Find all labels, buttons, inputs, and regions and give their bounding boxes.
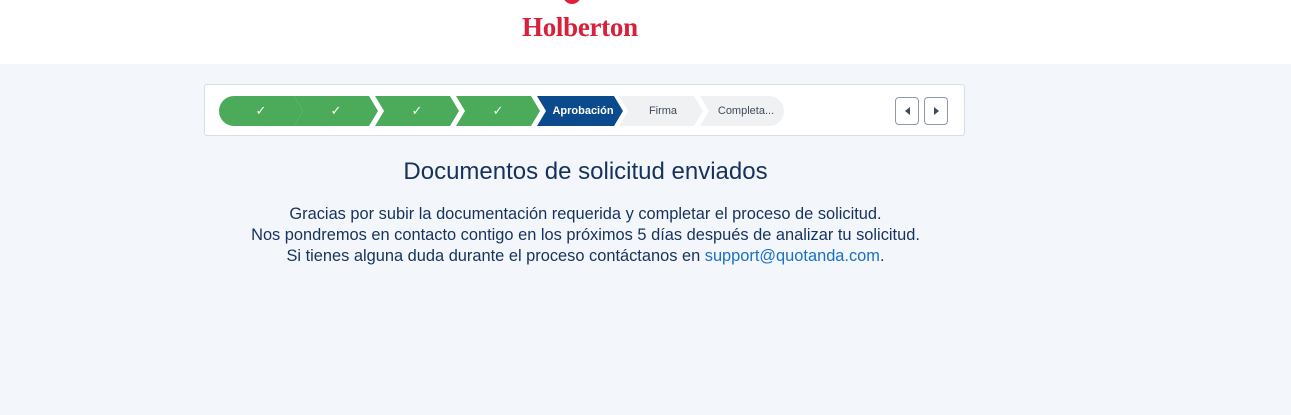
step-label-firma: Firma — [648, 105, 678, 117]
path-step-4[interactable]: ✓ — [456, 96, 540, 126]
step-label-completado: Completa... — [717, 105, 775, 117]
step-label-aprobacion: Aprobación — [552, 105, 614, 117]
brand-logo: Holberton — [522, 12, 638, 42]
path-step-3[interactable]: ✓ — [375, 96, 459, 126]
chevron-left-icon — [904, 107, 910, 115]
path-step-2[interactable]: ✓ — [294, 96, 378, 126]
page-title: Documentos de solicitud enviados — [403, 158, 768, 185]
progress-path: ✓ ✓ ✓ ✓ Aprobación Firma Completa... — [204, 84, 965, 136]
logo-mark — [563, 0, 581, 4]
next-step-button[interactable] — [924, 97, 948, 125]
path-step-completado[interactable]: Completa... — [700, 96, 784, 126]
message-line-2: Nos pondremos en contacto contigo en los… — [251, 226, 920, 244]
message-line-3: Si tienes alguna duda durante el proceso… — [0, 246, 1171, 267]
confirmation-message: Gracias por subir la documentación reque… — [0, 204, 1171, 267]
header: Holberton — [0, 0, 1291, 64]
check-icon: ✓ — [411, 103, 423, 118]
path-step-firma[interactable]: Firma — [619, 96, 703, 126]
path-step-current[interactable]: Aprobación — [537, 96, 623, 126]
check-icon: ✓ — [492, 103, 504, 118]
check-icon: ✓ — [330, 103, 342, 118]
path-step-1[interactable]: ✓ — [219, 96, 303, 126]
prev-step-button[interactable] — [895, 97, 919, 125]
message-line-3-prefix: Si tienes alguna duda durante el proceso… — [286, 247, 705, 265]
chevron-right-icon — [933, 107, 939, 115]
support-email-link[interactable]: support@quotanda.com — [705, 247, 880, 265]
message-line-1: Gracias por subir la documentación reque… — [289, 205, 882, 223]
message-line-3-suffix: . — [879, 247, 885, 265]
check-icon: ✓ — [255, 103, 267, 118]
